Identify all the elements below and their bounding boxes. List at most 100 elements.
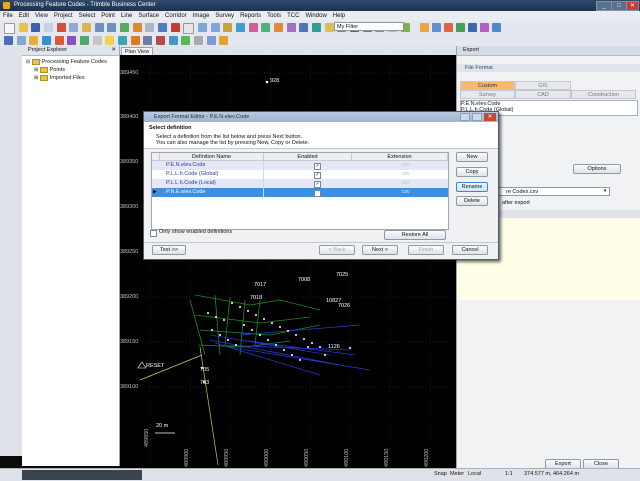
enabled-checkbox[interactable]: ✓: [314, 190, 321, 197]
next-button[interactable]: Next >: [362, 245, 398, 255]
collapse-icon[interactable]: ⊟: [26, 59, 30, 65]
cut-icon[interactable]: [56, 23, 66, 32]
units-indicator[interactable]: Meter: [450, 471, 464, 477]
back-button[interactable]: < Back: [319, 245, 355, 255]
grid-icon[interactable]: [299, 23, 309, 32]
point-label[interactable]: 7025: [336, 272, 348, 278]
import-icon[interactable]: [120, 23, 130, 32]
copy-icon[interactable]: [69, 23, 79, 32]
arc-icon[interactable]: [468, 23, 477, 32]
export-icon[interactable]: [132, 23, 142, 32]
rename-button[interactable]: Rename: [456, 182, 488, 192]
light-icon[interactable]: [105, 36, 115, 45]
menu-project[interactable]: Project: [51, 11, 76, 21]
menu-image[interactable]: Image: [190, 11, 213, 21]
table-icon[interactable]: [92, 36, 102, 45]
select-all-icon[interactable]: [432, 23, 441, 32]
only-enabled-checkbox[interactable]: [150, 230, 157, 237]
control-point-label[interactable]: RESET: [146, 363, 164, 369]
undo-icon[interactable]: [94, 23, 104, 32]
note-icon[interactable]: [206, 36, 216, 45]
new-icon[interactable]: [4, 23, 15, 34]
tab-gis[interactable]: GIS: [515, 81, 571, 90]
stop-icon[interactable]: [156, 36, 166, 45]
pen-icon[interactable]: [54, 36, 64, 45]
test-button[interactable]: Test >>: [152, 245, 186, 255]
snap-icon[interactable]: [492, 23, 501, 32]
menu-line[interactable]: Line: [118, 11, 135, 21]
redo-icon[interactable]: [107, 23, 117, 32]
point-label[interactable]: 7008: [298, 277, 310, 283]
calc-icon[interactable]: [194, 36, 204, 45]
menu-tools[interactable]: Tools: [264, 11, 284, 21]
menu-reports[interactable]: Reports: [237, 11, 264, 21]
tool-icon[interactable]: [130, 36, 140, 45]
layer-icon[interactable]: [236, 23, 246, 32]
surface-icon[interactable]: [261, 23, 271, 32]
table-row[interactable]: P.L.L.h.Code (Local) ✓ csv: [152, 179, 448, 188]
window-icon[interactable]: [16, 36, 26, 45]
tree-item-imported-files[interactable]: ⊞ Imported Files: [22, 74, 119, 82]
tab-cad[interactable]: CAD: [515, 90, 571, 99]
enabled-checkbox[interactable]: ✓: [314, 163, 321, 170]
maximize-button[interactable]: □: [611, 1, 627, 11]
close-icon[interactable]: ✕: [111, 46, 116, 55]
new-button[interactable]: New: [456, 152, 488, 162]
layers-icon[interactable]: [42, 36, 52, 45]
tree-item-points[interactable]: ⊞ Points: [22, 66, 119, 74]
expand-icon[interactable]: ⊞: [34, 75, 38, 81]
restore-all-button[interactable]: Restore All: [384, 230, 446, 240]
point-label[interactable]: 7017: [254, 282, 266, 288]
tab-survey[interactable]: Survey: [460, 90, 515, 99]
print-icon[interactable]: [44, 23, 54, 32]
options-button[interactable]: Options: [573, 164, 621, 174]
camera-icon[interactable]: [168, 36, 178, 45]
tree-icon[interactable]: [80, 36, 90, 45]
maximize-icon[interactable]: [472, 113, 482, 121]
save-icon[interactable]: [31, 23, 41, 32]
star-icon[interactable]: [324, 23, 334, 32]
menu-help[interactable]: Help: [330, 11, 348, 21]
delete-icon[interactable]: [170, 23, 180, 32]
snap-toggle[interactable]: Snap: [434, 471, 447, 477]
map-icon[interactable]: [118, 36, 128, 45]
coord-mode[interactable]: Local: [468, 471, 481, 477]
point-label[interactable]: 705: [200, 367, 209, 373]
properties-icon[interactable]: [145, 23, 155, 32]
folder-icon[interactable]: [29, 36, 39, 45]
chart-icon[interactable]: [143, 36, 153, 45]
delete-button[interactable]: Delete: [456, 196, 488, 206]
check-icon[interactable]: [181, 36, 191, 45]
cursor-icon[interactable]: [4, 36, 13, 45]
select-icon[interactable]: [158, 23, 168, 32]
shape-icon[interactable]: [67, 36, 77, 45]
point-label[interactable]: 7018: [250, 295, 262, 301]
curve-icon[interactable]: [480, 23, 489, 32]
menu-window[interactable]: Window: [302, 11, 329, 21]
filter-icon[interactable]: [420, 23, 429, 32]
zoom-extents-icon[interactable]: [183, 23, 195, 34]
minimize-button[interactable]: _: [596, 1, 612, 11]
zoom-out-icon[interactable]: [210, 23, 220, 32]
copy-button[interactable]: Copy: [456, 167, 488, 177]
report-icon[interactable]: [286, 23, 296, 32]
table-row[interactable]: P.E.N.elev.Code ✓ csv: [152, 161, 448, 170]
enabled-checkbox[interactable]: ✓: [314, 172, 321, 179]
selection-icon[interactable]: [444, 23, 453, 32]
menu-tcc[interactable]: TCC: [284, 11, 302, 21]
paste-icon[interactable]: [82, 23, 92, 32]
view-icon[interactable]: [248, 23, 258, 32]
line-icon[interactable]: [456, 23, 465, 32]
menu-surface[interactable]: Surface: [135, 11, 162, 21]
menu-edit[interactable]: Edit: [16, 11, 32, 21]
tree-item-project[interactable]: ⊟ Processing Feature Codes: [22, 58, 119, 66]
measure-icon[interactable]: [274, 23, 284, 32]
table-row-selected[interactable]: ▶ P.N.E.elev.Code ✓ csv: [152, 188, 448, 197]
menu-point[interactable]: Point: [98, 11, 118, 21]
menu-corridor[interactable]: Corridor: [162, 11, 190, 21]
tab-custom[interactable]: Custom: [460, 81, 515, 90]
chevron-down-icon[interactable]: ▾: [601, 187, 609, 196]
menu-select[interactable]: Select: [76, 11, 99, 21]
after-export-option[interactable]: after export: [502, 200, 530, 206]
point-label[interactable]: 928: [270, 78, 279, 84]
